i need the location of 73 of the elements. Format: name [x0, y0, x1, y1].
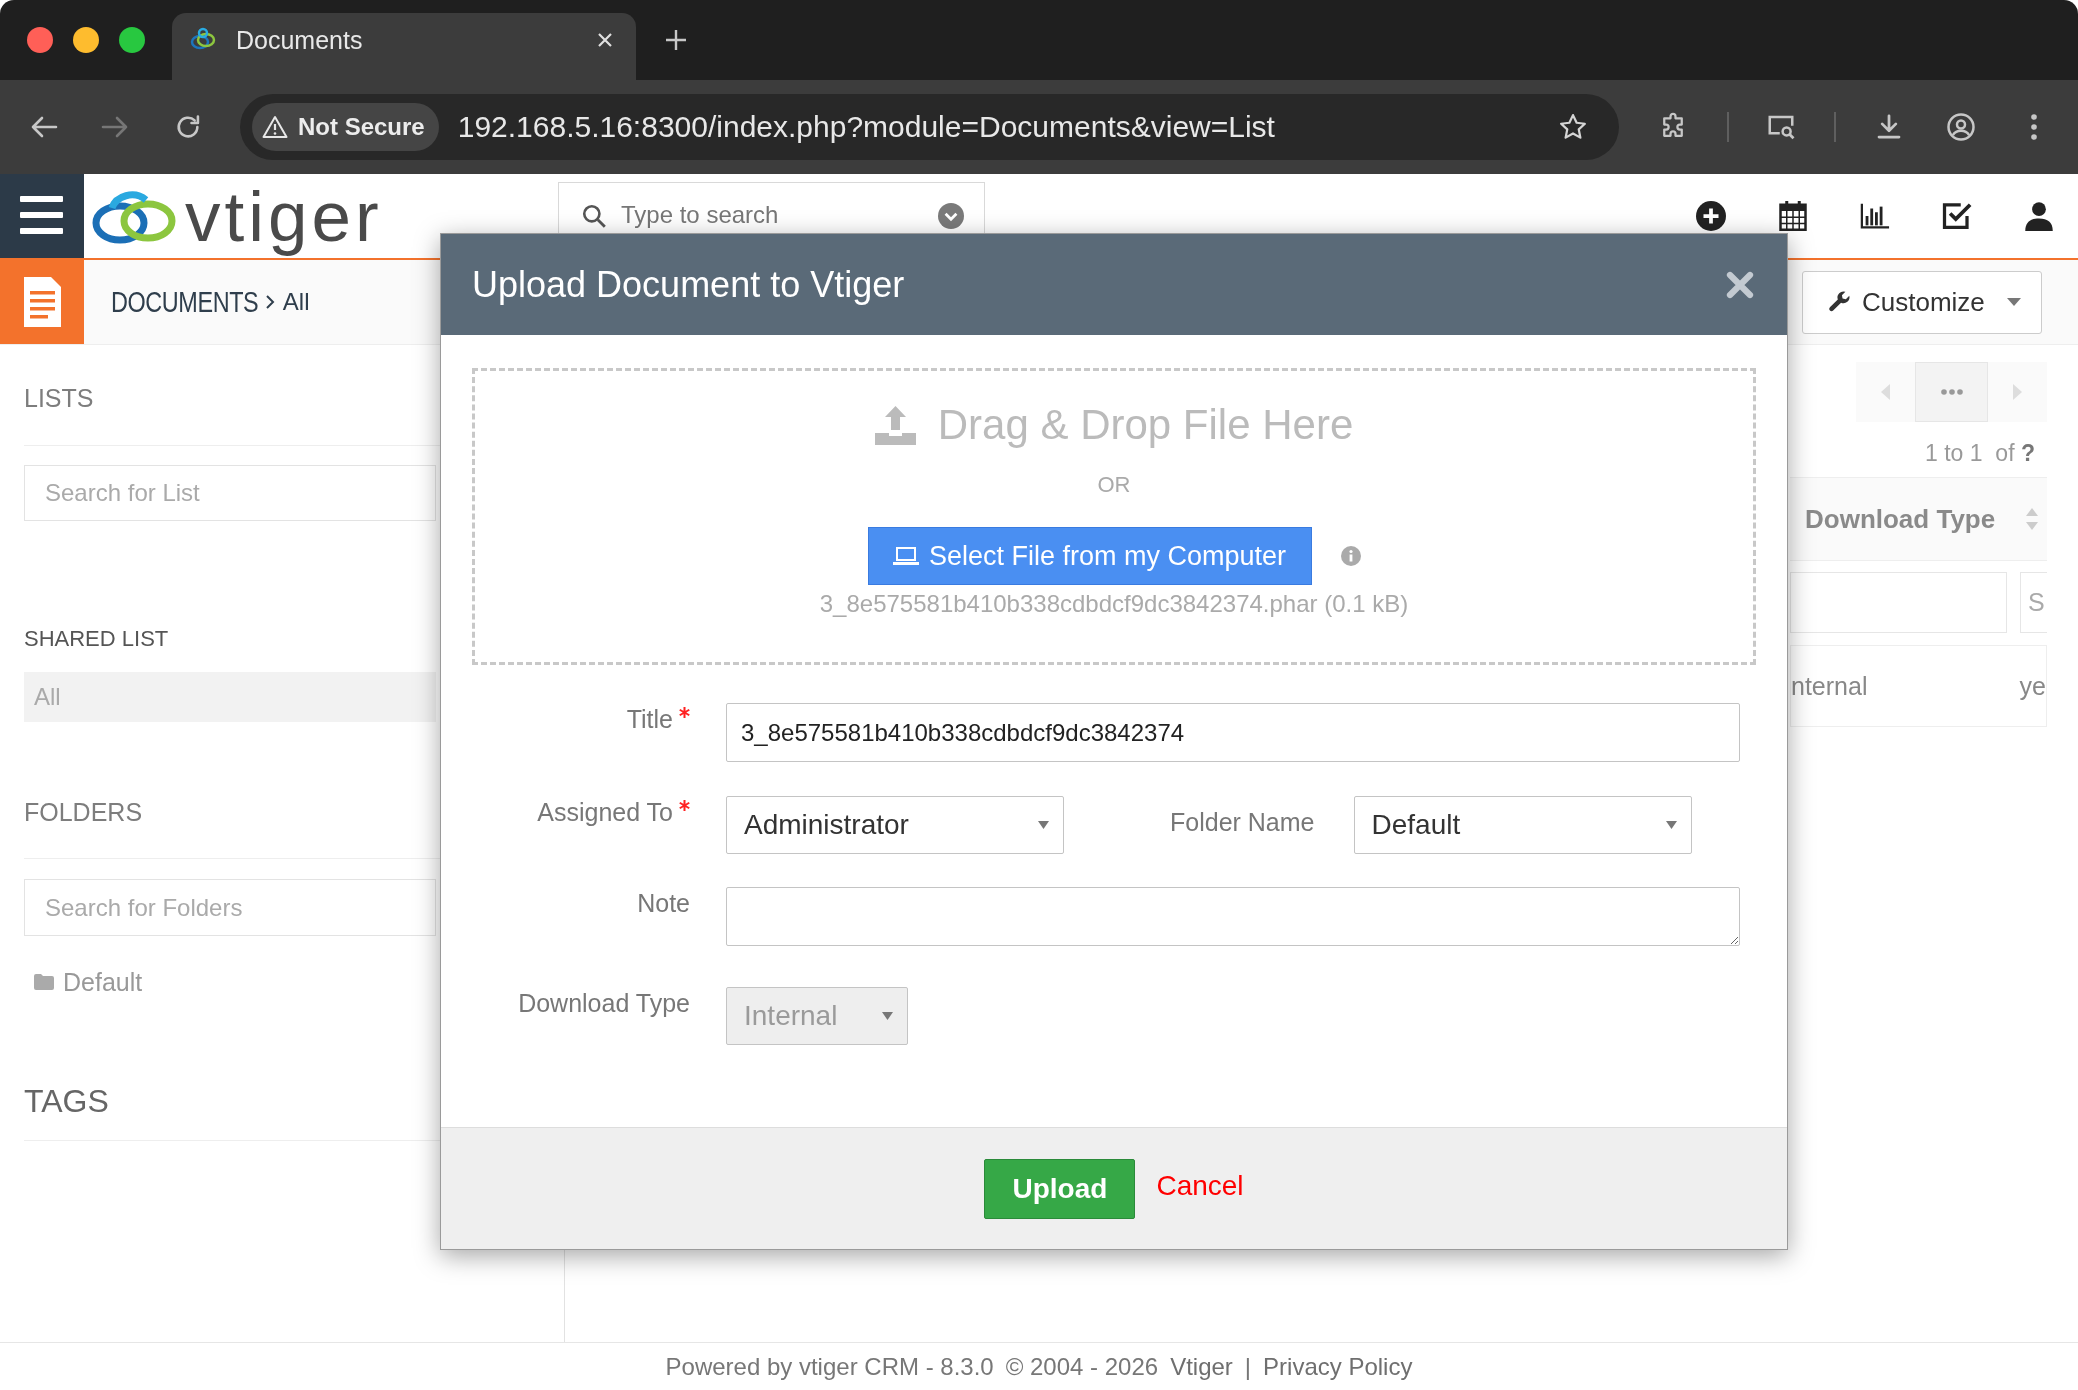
drop-zone-heading: Drag & Drop File Here — [937, 401, 1354, 449]
footer-text: © 2004 - 2026 — [1005, 1352, 1159, 1381]
section-heading: SHARED LIST — [24, 625, 169, 653]
warning-icon — [262, 115, 288, 139]
separator-text: OR — [1097, 471, 1131, 499]
user-icon[interactable] — [2024, 201, 2054, 231]
filter-field[interactable] — [1790, 572, 2007, 633]
customize-button[interactable]: Customize — [1802, 270, 2042, 334]
file-name: 3_8e575581b410b338cdbdcf9dc3842374.phar (0.1 kB) — [819, 590, 1409, 618]
field-label: Assigned To — [537, 797, 673, 827]
search-field[interactable]: Type to search — [558, 182, 985, 233]
section-heading: LISTS — [24, 383, 94, 414]
module-title[interactable]: DOCUMENTS — [111, 285, 259, 319]
forward-icon[interactable] — [101, 115, 129, 139]
section-heading: TAGS — [24, 1082, 109, 1121]
laptop-icon — [892, 547, 919, 565]
caret-down-icon — [1038, 821, 1049, 829]
caret-down-icon — [1665, 821, 1677, 829]
field-label: Folder Name — [1170, 807, 1315, 837]
plus-circle-icon[interactable] — [1696, 201, 1726, 231]
section-heading: FOLDERS — [24, 797, 143, 828]
column-header[interactable]: Download Type — [1805, 503, 1996, 535]
select-file-button[interactable]: Select File from my Computer — [867, 527, 1312, 585]
caret-down-icon — [882, 1012, 893, 1020]
more-icon — [1940, 389, 1963, 395]
back-icon[interactable] — [30, 115, 58, 139]
footer-link[interactable]: Privacy Policy — [1263, 1352, 1413, 1381]
caret-down-icon — [2007, 298, 2021, 306]
search-icon — [581, 203, 607, 229]
field-label: Title — [626, 704, 673, 734]
star-icon[interactable] — [1558, 112, 1588, 142]
field-label: Note — [637, 888, 690, 918]
window-minimize-button[interactable] — [73, 27, 99, 53]
site-info-button[interactable]: Not Secure — [252, 103, 439, 151]
table-cell: nternal — [1791, 671, 1868, 701]
search-field[interactable]: Search for List — [24, 465, 436, 521]
search-field[interactable]: Search for Folders — [24, 879, 436, 936]
text-field[interactable]: 3_8e575581b410b338cdbdcf9dc3842374 — [726, 703, 1740, 762]
close-icon[interactable] — [597, 32, 613, 48]
profile-icon[interactable] — [1946, 112, 1976, 142]
upload-icon — [874, 405, 916, 445]
plus-icon[interactable] — [665, 29, 687, 51]
checkbox-icon[interactable] — [1942, 201, 1972, 231]
bar-chart-icon[interactable] — [1860, 201, 1890, 231]
menu-icon[interactable] — [2030, 112, 2038, 142]
cancel-link[interactable]: Cancel — [1156, 1169, 1244, 1202]
folder-item[interactable]: Default — [63, 965, 143, 999]
table-row[interactable]: nternal ye — [1790, 645, 2047, 727]
dropdown-field[interactable]: Default — [1353, 796, 1692, 854]
footer-link[interactable]: Vtiger — [1170, 1352, 1233, 1381]
table-cell: ye — [2019, 671, 2046, 701]
calendar-icon[interactable] — [1778, 201, 1808, 231]
menu-icon[interactable] — [0, 174, 84, 258]
chevron-down-icon[interactable] — [938, 203, 964, 229]
chevron-left-icon — [1881, 384, 1890, 400]
upload-button[interactable]: Upload — [984, 1158, 1136, 1219]
window-close-button[interactable] — [27, 27, 53, 53]
dropdown-field[interactable]: Administrator — [726, 796, 1064, 854]
field-label: Download Type — [518, 988, 690, 1018]
breadcrumb-text[interactable]: All — [282, 288, 310, 316]
folder-icon — [34, 974, 54, 990]
window-maximize-button[interactable] — [119, 27, 145, 53]
drop-zone[interactable]: Drag & Drop File Here OR Select File from my Computer 3_8e575581b410b338cdbdcf9dc3842374.phar (0.1 kB) — [472, 368, 1756, 665]
address-bar[interactable]: Not Secure 192.168.5.16:8300/index.php?module=Documents&view=List — [240, 94, 1619, 160]
url-text: 192.168.5.16:8300/index.php?module=Documents&view=List — [457, 110, 1276, 144]
footer-text: Powered by vtiger CRM - 8.3.0 — [665, 1352, 994, 1381]
dialog-title: Upload Document to Vtiger — [472, 263, 905, 306]
browser-tab[interactable]: Documents — [172, 13, 636, 80]
chevron-right-icon — [264, 294, 275, 310]
reload-icon[interactable] — [174, 113, 202, 141]
chevron-right-icon — [2013, 384, 2022, 400]
footer-text: | — [1244, 1352, 1252, 1381]
record-range-text: 1 to 1 of ? — [1925, 439, 2035, 468]
